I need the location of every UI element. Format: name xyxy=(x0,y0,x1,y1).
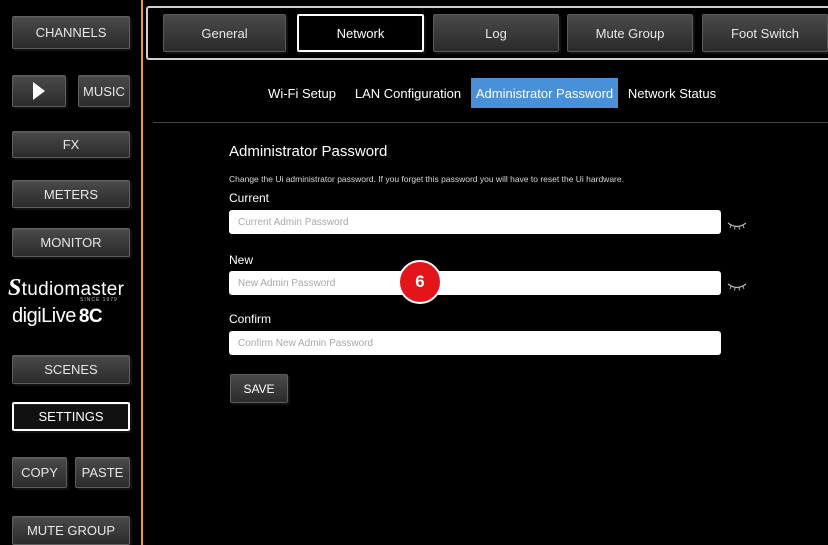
mute-group-button[interactable]: MUTE GROUP xyxy=(12,516,130,545)
play-button[interactable] xyxy=(12,75,66,107)
new-password-label: New xyxy=(229,253,254,267)
since-tagline: SINCE 1979 xyxy=(80,297,118,303)
tab-general[interactable]: General xyxy=(163,14,286,52)
tab-log[interactable]: Log xyxy=(433,14,559,52)
scenes-button[interactable]: SCENES xyxy=(12,355,130,384)
monitor-button[interactable]: MONITOR xyxy=(12,228,130,257)
save-button[interactable]: SAVE xyxy=(230,374,288,403)
subtab-administrator-password[interactable]: Administrator Password xyxy=(471,78,618,108)
meters-button[interactable]: METERS xyxy=(12,180,130,208)
eye-closed-icon[interactable] xyxy=(727,282,747,292)
eye-closed-icon[interactable] xyxy=(727,221,747,231)
form-description: Change the Ui administrator password. If… xyxy=(229,174,624,184)
sidebar-divider xyxy=(141,0,143,545)
subtab-divider xyxy=(153,122,828,123)
form-title: Administrator Password xyxy=(229,143,388,160)
tab-foot-switch[interactable]: Foot Switch xyxy=(702,14,828,52)
subtab-lan-configuration[interactable]: LAN Configuration xyxy=(352,78,464,108)
tab-network[interactable]: Network xyxy=(297,14,424,52)
subtab-wifi-setup[interactable]: Wi-Fi Setup xyxy=(262,78,342,108)
studiomaster-logo: Studiomaster SINCE 1979 digiLive 8C xyxy=(6,275,136,335)
step-number-badge: 6 xyxy=(398,260,442,304)
fx-button[interactable]: FX xyxy=(12,131,130,158)
current-password-input[interactable] xyxy=(229,210,721,234)
confirm-password-input[interactable] xyxy=(229,331,721,355)
subtab-network-status[interactable]: Network Status xyxy=(624,78,720,108)
current-password-label: Current xyxy=(229,191,270,205)
new-password-input[interactable] xyxy=(229,271,721,295)
sidebar: CHANNELS MUSIC FX METERS MONITOR Studiom… xyxy=(0,0,142,545)
copy-button[interactable]: COPY xyxy=(12,457,67,488)
product-wordmark: digiLive 8C xyxy=(12,305,103,327)
tab-mute-group[interactable]: Mute Group xyxy=(567,14,693,52)
play-icon xyxy=(33,82,45,100)
settings-button[interactable]: SETTINGS xyxy=(12,402,130,431)
paste-button[interactable]: PASTE xyxy=(75,457,130,488)
music-button[interactable]: MUSIC xyxy=(78,75,130,107)
channels-button[interactable]: CHANNELS xyxy=(12,16,130,49)
confirm-password-label: Confirm xyxy=(229,312,272,326)
